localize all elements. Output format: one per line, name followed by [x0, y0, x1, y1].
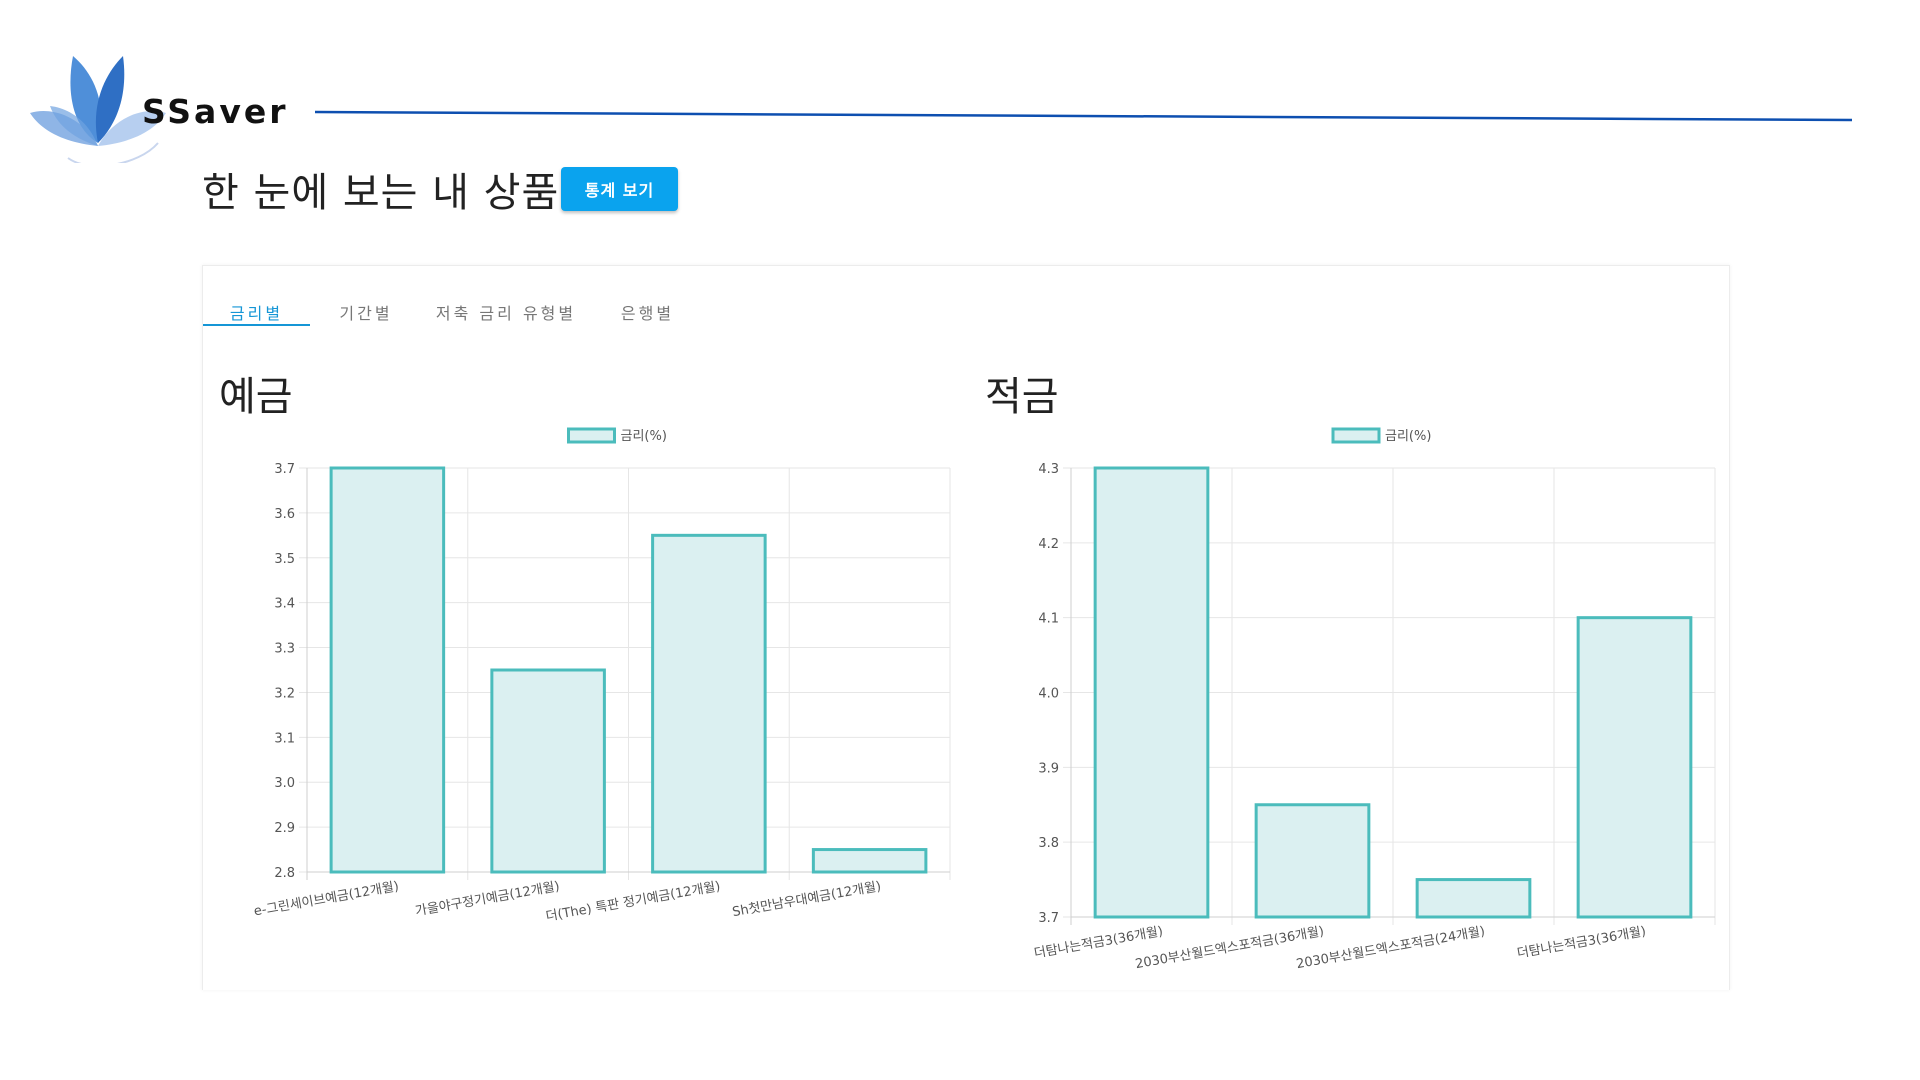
bar — [490, 668, 606, 874]
x-category-label: Sh첫만남우대예금(12개월) — [731, 879, 882, 920]
y-tick-label: 3.1 — [274, 731, 295, 746]
tab-bar: 금리별 기간별 저축 금리 유형별 은행별 — [203, 266, 1729, 326]
tab-by-bank[interactable]: 은행별 — [605, 286, 690, 326]
y-tick-label: 4.0 — [1038, 687, 1059, 702]
tab-by-period[interactable]: 기간별 — [325, 286, 407, 326]
legend-swatch — [567, 427, 616, 444]
y-tick-label: 2.9 — [274, 821, 295, 836]
deposit-section-title: 예금 — [219, 374, 293, 420]
legend-label: 금리(%) — [621, 429, 667, 444]
brand-name: SSaver — [142, 92, 289, 131]
y-tick-label: 4.1 — [1038, 612, 1059, 627]
x-category-label: e-그린세이브예금(12개월) — [253, 879, 400, 919]
bar — [1093, 466, 1210, 919]
y-tick-label: 3.2 — [274, 686, 295, 701]
y-tick-label: 3.7 — [274, 462, 295, 477]
y-tick-label: 3.7 — [1038, 911, 1059, 926]
header-divider — [315, 110, 1852, 122]
bar — [1415, 878, 1532, 919]
stats-view-button[interactable]: 통계 보기 — [561, 167, 678, 211]
y-tick-label: 3.8 — [1038, 836, 1059, 851]
tab-by-rate[interactable]: 금리별 — [203, 286, 310, 326]
y-tick-label: 2.8 — [274, 866, 295, 881]
savings-rate-chart: 금리(%)4.34.24.14.03.93.83.7더탐나는적금3(36개월)2… — [1033, 427, 1716, 972]
bar — [329, 466, 446, 874]
bar — [1254, 803, 1371, 919]
deposit-rate-chart: 금리(%) 3.7 3.6 3.5 3.4 3.3 3.2 3.1 3.0 2.9 2.8e-그린세… — [253, 427, 951, 925]
x-category-label: 더(The) 특판 정기예금(12개월) — [545, 879, 722, 924]
tab-by-rate-type[interactable]: 저축 금리 유형별 — [421, 286, 591, 326]
y-tick-label: 3.6 — [274, 507, 295, 522]
y-tick-label: 3.4 — [274, 597, 295, 612]
y-tick-label: 4.3 — [1038, 462, 1059, 477]
page-title: 한 눈에 보는 내 상품 — [202, 170, 560, 216]
bar — [651, 533, 767, 874]
x-category-label: 더탐나는적금3(36개월) — [1516, 924, 1647, 961]
legend-swatch — [1331, 427, 1381, 444]
savings-section-title: 적금 — [985, 374, 1059, 420]
bar — [1576, 616, 1693, 919]
products-card: 금리별 기간별 저축 금리 유형별 은행별 예금 적금 금리(%) 3.7 3.6 3… — [202, 265, 1730, 990]
legend-label: 금리(%) — [1385, 429, 1431, 444]
y-tick-label: 3.9 — [1038, 761, 1059, 776]
y-tick-label: 3.3 — [274, 642, 295, 657]
bar — [811, 848, 928, 874]
x-category-label: 가을야구정기예금(12개월) — [414, 879, 561, 919]
y-tick-label: 4.2 — [1038, 537, 1059, 552]
y-tick-label: 3.0 — [274, 776, 295, 791]
y-tick-label: 3.5 — [274, 552, 295, 567]
